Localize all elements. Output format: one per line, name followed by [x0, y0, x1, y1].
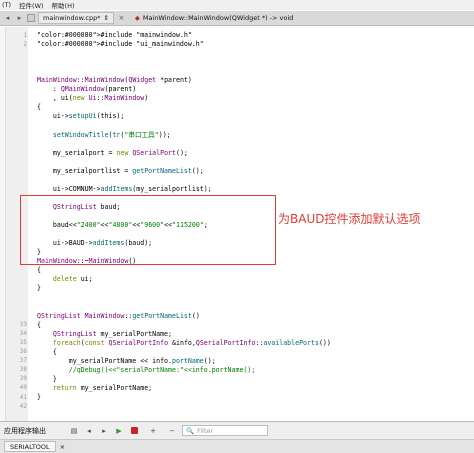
line-number: 41: [19, 393, 27, 401]
back-icon[interactable]: ◂: [3, 14, 12, 23]
code-line[interactable]: {: [37, 103, 41, 111]
annotation-text: 为BAUD控件添加默认选项: [278, 212, 421, 226]
stop-icon: [130, 427, 138, 434]
menu-item-tools[interactable]: (T): [2, 1, 11, 9]
line-number: 1: [23, 31, 27, 39]
code-line[interactable]: QStringList my_serialPortName;: [37, 330, 172, 338]
code-line[interactable]: {: [37, 348, 57, 356]
line-number: 33: [19, 321, 27, 329]
code-line[interactable]: QStringList baud;: [37, 203, 121, 211]
menu-bar: (T) 控件(W) 帮助(H): [0, 0, 474, 10]
zoom-in-button[interactable]: +: [148, 426, 158, 436]
lock-icon: [27, 14, 35, 22]
next-icon[interactable]: ▸: [99, 426, 109, 436]
function-icon: ◆: [134, 14, 140, 22]
code-line[interactable]: }: [37, 393, 41, 401]
code-line[interactable]: my_serialportlist = getPortNameList();: [37, 167, 204, 175]
search-icon: 🔍: [186, 426, 195, 435]
code-line[interactable]: QStringList MainWindow::getPortNameList(…: [37, 312, 200, 320]
close-tab-icon[interactable]: ×: [60, 443, 65, 451]
zoom-out-button[interactable]: −: [167, 426, 177, 436]
code-line[interactable]: "color:#000080">#include "mainwindow.h": [37, 31, 192, 39]
filter-placeholder: Filter: [197, 426, 214, 435]
code-line[interactable]: MainWindow::~MainWindow(): [37, 257, 136, 265]
line-number: 39: [19, 375, 27, 383]
previous-icon[interactable]: ◂: [84, 426, 94, 436]
code-line[interactable]: : QMainWindow(parent): [37, 85, 136, 93]
line-number: 40: [19, 384, 27, 392]
clear-icon[interactable]: ▤: [69, 426, 79, 436]
code-line[interactable]: MainWindow::MainWindow(QWidget *parent): [37, 76, 192, 84]
code-line[interactable]: return my_serialPortName;: [37, 384, 152, 392]
editor-toolbar: ◂ ▸ mainwindow.cpp* ⇕ × ◆ MainWindow::Ma…: [0, 11, 474, 26]
filter-input[interactable]: 🔍 Filter: [182, 425, 268, 436]
line-number: 38: [19, 366, 27, 374]
code-line[interactable]: }: [37, 248, 41, 256]
forward-icon[interactable]: ▸: [15, 14, 24, 23]
stop-button[interactable]: [129, 426, 139, 436]
application-output-toolbar: 应用程序输出 ▤ ◂ ▸ ▶ + − 🔍 Filter: [0, 421, 474, 439]
open-file-selector[interactable]: mainwindow.cpp* ⇕: [38, 12, 114, 24]
code-line[interactable]: , ui(new Ui::MainWindow): [37, 94, 148, 102]
code-line[interactable]: foreach(const QSerialPortInfo &info,QSer…: [37, 339, 331, 347]
line-number: 37: [19, 357, 27, 365]
menu-item-controls[interactable]: 控件(W): [19, 0, 44, 10]
line-number: 2: [23, 40, 27, 48]
code-line[interactable]: {: [37, 266, 41, 274]
menu-item-help[interactable]: 帮助(H): [52, 0, 75, 10]
line-number: 34: [19, 330, 27, 338]
output-tab-serialtool[interactable]: SERIALTOOL: [4, 441, 56, 452]
line-number: 35: [19, 339, 27, 347]
run-icon[interactable]: ▶: [114, 426, 124, 436]
code-line[interactable]: ui->BAUD->addItems(baud);: [37, 239, 152, 247]
line-number: 42: [19, 402, 27, 410]
symbol-selector[interactable]: ◆ MainWindow::MainWindow(QWidget *) -> v…: [135, 14, 293, 22]
code-line[interactable]: //qDebug()<<"serialPortName:"<<info.port…: [37, 366, 256, 374]
close-document-icon[interactable]: ×: [117, 14, 126, 23]
code-line[interactable]: }: [37, 375, 57, 383]
code-line[interactable]: ui->setupUi(this);: [37, 112, 124, 120]
code-line[interactable]: {: [37, 321, 41, 329]
code-line[interactable]: ui->COMNUM->addItems(my_serialportlist);: [37, 185, 212, 193]
code-line[interactable]: baud<<"2400"<<"4800"<<"9600"<<"115200";: [37, 221, 208, 229]
code-line[interactable]: delete ui;: [37, 275, 93, 283]
line-number-gutter: 1 2 33 34 35 36 37 38 39 40 41 42: [6, 27, 28, 421]
output-tabs: SERIALTOOL ×: [0, 439, 474, 453]
panel-title: 应用程序输出: [4, 426, 46, 435]
code-line[interactable]: setWindowTitle(tr("串口工具"));: [37, 131, 171, 139]
code-line[interactable]: "color:#000080">#include "ui_mainwindow.…: [37, 40, 204, 48]
chevron-down-icon: ⇕: [103, 14, 109, 22]
code-line[interactable]: }: [37, 284, 41, 292]
symbol-label: MainWindow::MainWindow(QWidget *) -> voi…: [142, 14, 294, 22]
file-name-label: mainwindow.cpp*: [43, 14, 101, 22]
line-number: 36: [19, 348, 27, 356]
code-line[interactable]: my_serialport = new QSerialPort();: [37, 149, 188, 157]
code-line[interactable]: my_serialPortName << info.portName();: [37, 357, 216, 365]
